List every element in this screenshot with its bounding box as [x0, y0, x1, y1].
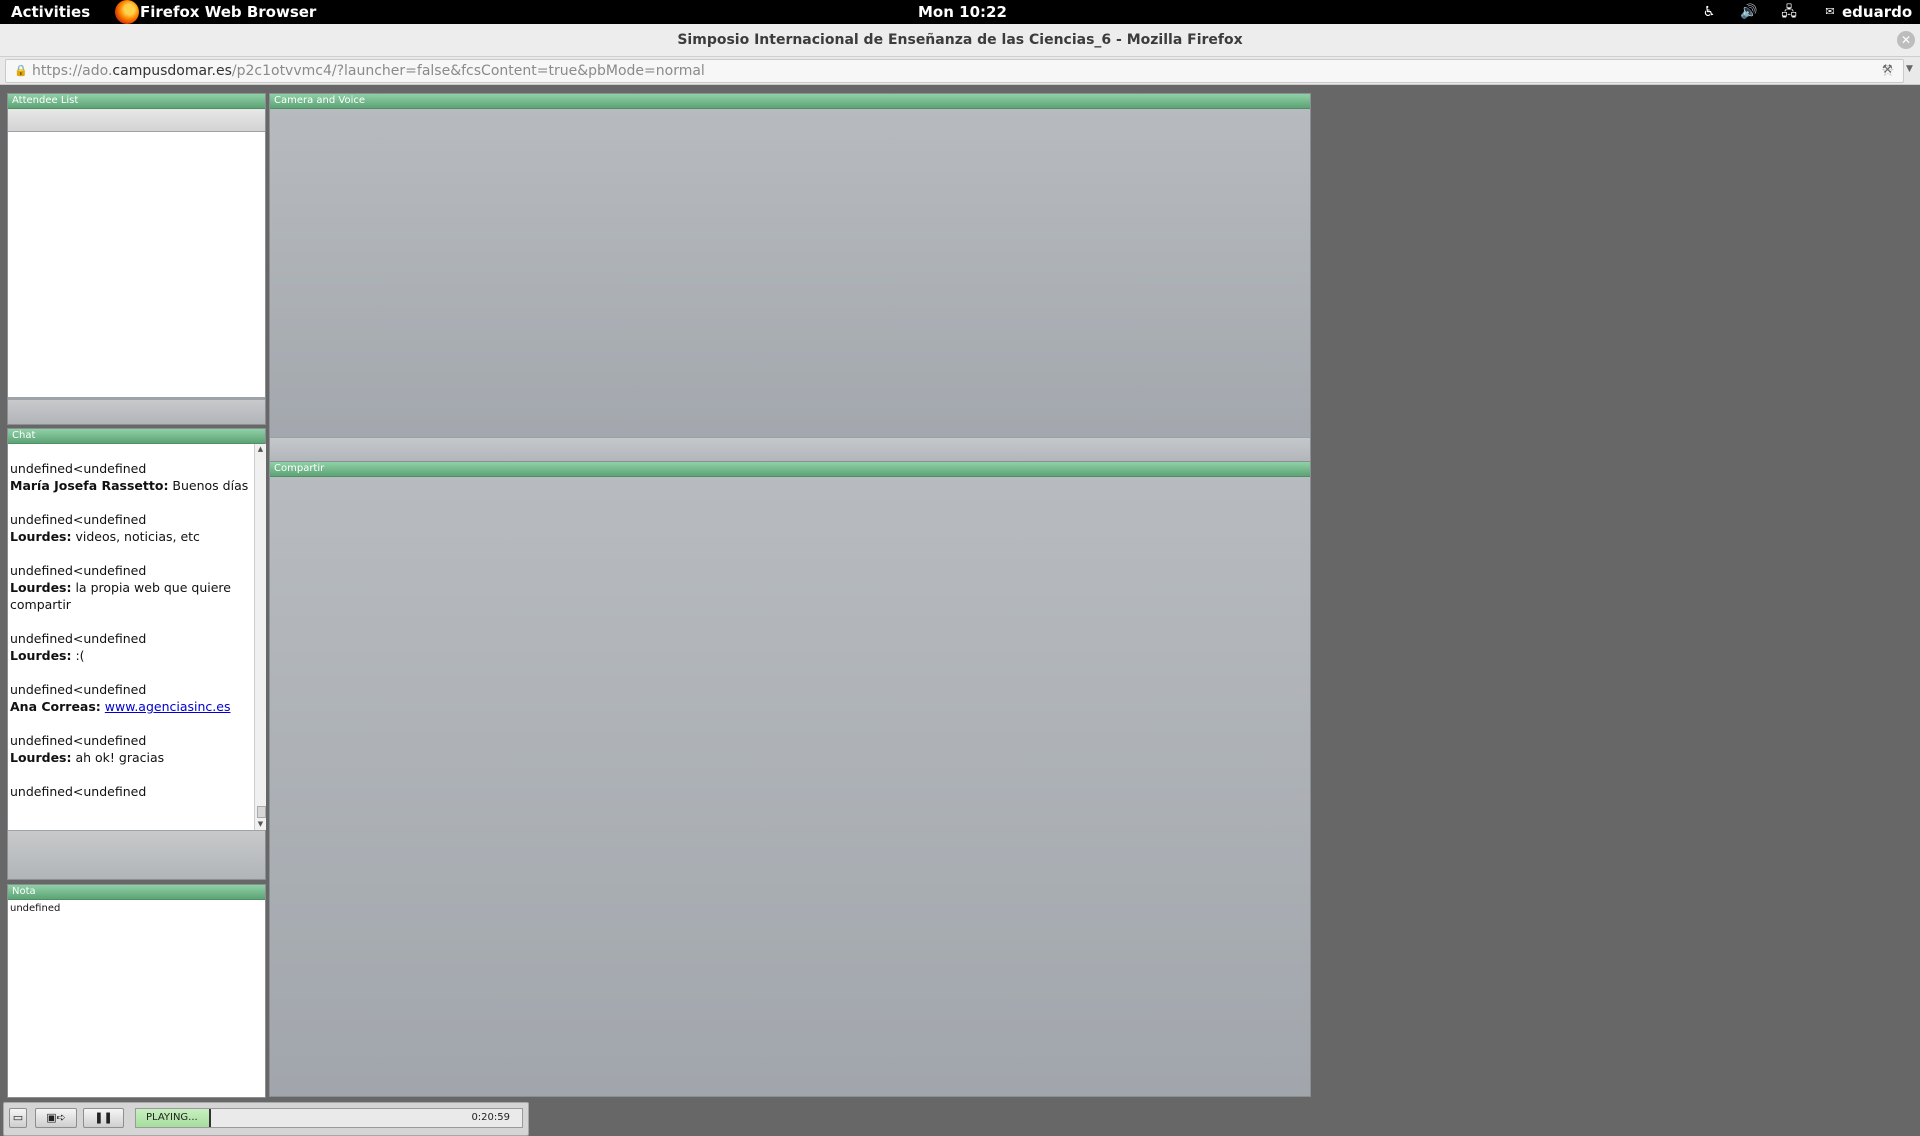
- share-panel: Compartir: [269, 461, 1311, 1097]
- chat-scrollbar[interactable]: ▲ ▼: [254, 444, 266, 830]
- playback-time: 0:20:59: [471, 1112, 510, 1123]
- monitor-arrow-icon: ▣➪: [46, 1111, 66, 1124]
- close-icon: ✕: [1900, 33, 1912, 47]
- window-titlebar: Simposio Internacional de Enseñanza de l…: [0, 24, 1920, 57]
- panel-title: Chat: [8, 429, 265, 444]
- chat-message-link[interactable]: www.agenciasinc.es: [105, 699, 231, 714]
- attendee-footer: [8, 400, 265, 424]
- panel-title: Compartir: [270, 462, 1310, 477]
- url-path: /p2c1otvvmc4/?launcher=false&fcsContent=…: [231, 63, 705, 79]
- playback-progress-bar[interactable]: PLAYING... 0:20:59: [135, 1108, 523, 1128]
- url-text[interactable]: https://ado.campusdomar.es/p2c1otvvmc4/?…: [32, 63, 705, 79]
- firefox-logo-icon: [115, 0, 139, 24]
- chat-message-author: Lourdes:: [10, 750, 72, 765]
- pause-button[interactable]: ❚❚: [83, 1108, 124, 1128]
- chevron-down-icon[interactable]: ▼: [1906, 64, 1913, 74]
- attendee-list-header: [8, 109, 265, 131]
- chat-messages[interactable]: undefined<undefined María Josefa Rassetto…: [8, 444, 254, 830]
- chat-message: undefined<undefined Lourdes: :(: [10, 630, 250, 664]
- tools-icon[interactable]: ⚒: [1882, 62, 1893, 76]
- chat-message-author: Ana Correas:: [10, 699, 101, 714]
- chat-message: undefined<undefined Lourdes: la propia we…: [10, 562, 250, 613]
- chat-status-icon[interactable]: ✉: [1822, 4, 1838, 20]
- chat-panel: Chat undefined<undefined María Josefa Ras…: [7, 428, 266, 880]
- chat-message-header: undefined<undefined: [10, 512, 147, 527]
- camera-voice-panel: Camera and Voice: [269, 93, 1311, 465]
- layout-icon: ▭: [12, 1111, 24, 1124]
- scroll-up-icon[interactable]: ▲: [255, 444, 266, 455]
- panel-title: Camera and Voice: [270, 94, 1310, 109]
- network-icon[interactable]: 🖧: [1781, 4, 1797, 20]
- chat-message: undefined<undefined María Josefa Rassetto…: [10, 460, 250, 494]
- chat-message-header: undefined<undefined: [10, 461, 147, 476]
- chat-message-text: videos, noticias, etc: [71, 529, 200, 544]
- panel-title: Attendee List: [8, 94, 265, 109]
- close-window-button[interactable]: ✕: [1897, 31, 1915, 49]
- gnome-top-bar: Activities Firefox Web Browser Mon 10:22…: [0, 0, 1920, 24]
- url-prefix: https://ado.: [32, 63, 113, 79]
- chat-message-author: María Josefa Rassetto:: [10, 478, 169, 493]
- playback-status: PLAYING...: [146, 1112, 198, 1123]
- lock-icon[interactable]: 🔒: [14, 64, 28, 77]
- nota-text: undefined: [8, 900, 265, 1097]
- chat-message-header: undefined<undefined: [10, 563, 147, 578]
- chat-message: undefined<undefined Ana Correas: www.agen…: [10, 681, 250, 715]
- chat-input-area[interactable]: [8, 831, 265, 879]
- url-bar[interactable]: 🔒 https://ado.campusdomar.es/p2c1otvvmc4…: [5, 59, 1904, 83]
- nota-panel: Nota undefined: [7, 884, 266, 1098]
- camera-footer: [270, 437, 1310, 464]
- activities-button[interactable]: Activities: [11, 3, 90, 21]
- accessibility-icon[interactable]: ♿: [1701, 4, 1717, 20]
- chat-message-text: ah ok! gracias: [71, 750, 165, 765]
- chat-message-author: Lourdes:: [10, 648, 72, 663]
- scroll-down-icon[interactable]: ▼: [255, 819, 266, 830]
- app-menu[interactable]: Firefox Web Browser: [140, 3, 316, 21]
- navigation-toolbar: 🔒 https://ado.campusdomar.es/p2c1otvvmc4…: [0, 57, 1920, 85]
- url-domain: campusdomar.es: [112, 63, 232, 79]
- clock[interactable]: Mon 10:22: [918, 3, 1007, 21]
- chat-message: undefined<undefined: [10, 783, 250, 800]
- chat-message-header: undefined<undefined: [10, 784, 147, 799]
- chat-message-header: undefined<undefined: [10, 733, 147, 748]
- chat-message-header: undefined<undefined: [10, 631, 147, 646]
- chat-message-author: Lourdes:: [10, 529, 72, 544]
- chat-message-author: Lourdes:: [10, 580, 72, 595]
- attendee-list[interactable]: [8, 132, 265, 397]
- page-content: Attendee List Chat undefined<undefined Ma…: [0, 85, 1920, 1136]
- view-switch-button[interactable]: ▣➪: [35, 1108, 77, 1128]
- chat-message-header: undefined<undefined: [10, 682, 147, 697]
- panel-title: Nota: [8, 885, 265, 900]
- chat-message: undefined<undefined Lourdes: videos, noti…: [10, 511, 250, 545]
- playback-controls: ▭ ▣➪ ❚❚ PLAYING... 0:20:59: [3, 1102, 529, 1136]
- chat-message: undefined<undefined Lourdes: ah ok! graci…: [10, 732, 250, 766]
- scroll-thumb[interactable]: [257, 806, 266, 818]
- chat-message-text: Buenos días: [168, 478, 249, 493]
- volume-icon[interactable]: 🔊: [1740, 4, 1757, 20]
- user-menu[interactable]: eduardo: [1842, 3, 1912, 21]
- chat-message-text: :(: [71, 648, 85, 663]
- pause-icon: ❚❚: [94, 1111, 113, 1124]
- layout-toggle-button[interactable]: ▭: [9, 1108, 27, 1128]
- attendee-list-panel: Attendee List: [7, 93, 266, 425]
- window-title: Simposio Internacional de Enseñanza de l…: [677, 32, 1243, 48]
